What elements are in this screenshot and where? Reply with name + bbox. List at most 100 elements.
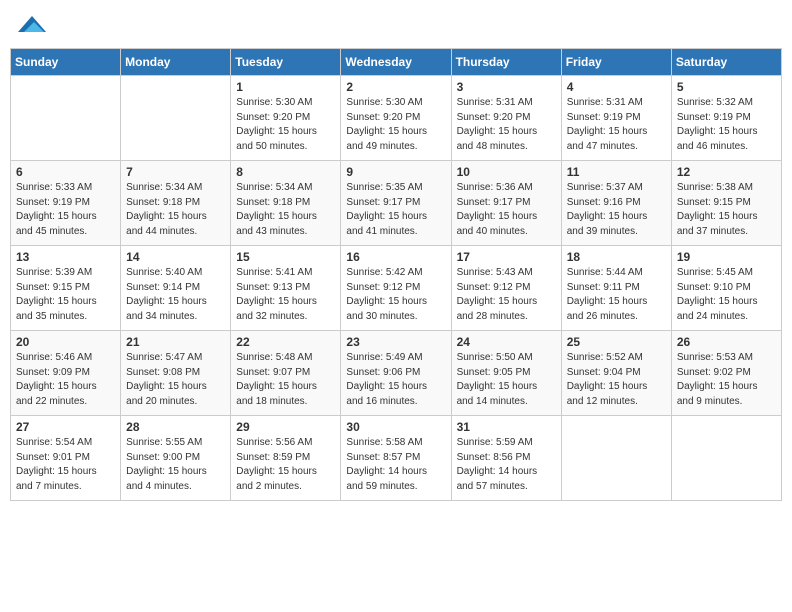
day-number: 27 [16,420,115,434]
weekday-header-sunday: Sunday [11,49,121,76]
calendar-cell: 10 Sunrise: 5:36 AMSunset: 9:17 PMDayligh… [451,161,561,246]
calendar-cell: 11Sunrise: 5:37 AMSunset: 9:16 PMDayligh… [561,161,671,246]
day-info: Sunrise: 5:49 AMSunset: 9:06 PMDaylight:… [346,351,445,409]
calendar-cell: 6 Sunrise: 5:33 AMSunset: 9:19 PMDaylight… [11,161,121,246]
day-info: Sunrise: 5:34 AMSunset: 9:18 PMDaylight:… [236,181,335,239]
weekday-header-friday: Friday [561,49,671,76]
day-number: 20 [16,335,115,349]
day-info: Sunrise: 5:43 AMSunset: 9:12 PMDaylight:… [457,266,556,324]
day-number: 17 [457,250,556,264]
calendar-week-4: 20Sunrise: 5:46 AMSunset: 9:09 PMDayligh… [11,331,782,416]
day-number: 4 [567,80,666,94]
calendar-cell: 25 Sunrise: 5:52 AMSunset: 9:04 PMDayligh… [561,331,671,416]
weekday-header-wednesday: Wednesday [341,49,451,76]
weekday-header-tuesday: Tuesday [231,49,341,76]
weekday-header-thursday: Thursday [451,49,561,76]
day-info: Sunrise: 5:34 AMSunset: 9:18 PMDaylight:… [126,181,225,239]
weekday-header-saturday: Saturday [671,49,781,76]
day-info: Sunrise: 5:40 AMSunset: 9:14 PMDaylight:… [126,266,225,324]
calendar-week-3: 13 Sunrise: 5:39 AMSunset: 9:15 PMDayligh… [11,246,782,331]
day-info: Sunrise: 5:30 AMSunset: 9:20 PMDaylight:… [236,96,335,154]
day-number: 2 [346,80,445,94]
day-number: 18 [567,250,666,264]
day-number: 16 [346,250,445,264]
day-number: 25 [567,335,666,349]
logo-icon [18,14,46,36]
day-info: Sunrise: 5:37 AMSunset: 9:16 PMDaylight:… [567,181,666,239]
day-info: Sunrise: 5:53 AMSunset: 9:02 PMDaylight:… [677,351,776,409]
day-number: 1 [236,80,335,94]
day-info: Sunrise: 5:50 AMSunset: 9:05 PMDaylight:… [457,351,556,409]
day-number: 22 [236,335,335,349]
day-number: 21 [126,335,225,349]
day-info: Sunrise: 5:44 AMSunset: 9:11 PMDaylight:… [567,266,666,324]
calendar-cell: 12 Sunrise: 5:38 AMSunset: 9:15 PMDayligh… [671,161,781,246]
calendar-cell: 17 Sunrise: 5:43 AMSunset: 9:12 PMDayligh… [451,246,561,331]
header [10,10,782,40]
calendar-cell [561,416,671,501]
day-number: 29 [236,420,335,434]
day-info: Sunrise: 5:32 AMSunset: 9:19 PMDaylight:… [677,96,776,154]
calendar-cell: 28Sunrise: 5:55 AMSunset: 9:00 PMDayligh… [121,416,231,501]
calendar-cell: 14 Sunrise: 5:40 AMSunset: 9:14 PMDayligh… [121,246,231,331]
day-number: 7 [126,165,225,179]
calendar-cell: 7 Sunrise: 5:34 AMSunset: 9:18 PMDaylight… [121,161,231,246]
day-number: 5 [677,80,776,94]
calendar-week-5: 27 Sunrise: 5:54 AMSunset: 9:01 PMDayligh… [11,416,782,501]
day-number: 3 [457,80,556,94]
day-number: 31 [457,420,556,434]
day-info: Sunrise: 5:45 AMSunset: 9:10 PMDaylight:… [677,266,776,324]
calendar-cell [121,76,231,161]
calendar-cell: 2Sunrise: 5:30 AMSunset: 9:20 PMDaylight… [341,76,451,161]
calendar-week-1: 1 Sunrise: 5:30 AMSunset: 9:20 PMDaylight… [11,76,782,161]
day-number: 23 [346,335,445,349]
calendar-cell: 16Sunrise: 5:42 AMSunset: 9:12 PMDayligh… [341,246,451,331]
calendar-cell: 31 Sunrise: 5:59 AMSunset: 8:56 PMDayligh… [451,416,561,501]
calendar-cell: 23 Sunrise: 5:49 AMSunset: 9:06 PMDayligh… [341,331,451,416]
day-number: 30 [346,420,445,434]
calendar-cell: 29 Sunrise: 5:56 AMSunset: 8:59 PMDayligh… [231,416,341,501]
day-info: Sunrise: 5:33 AMSunset: 9:19 PMDaylight:… [16,181,115,239]
day-number: 15 [236,250,335,264]
calendar-cell: 1 Sunrise: 5:30 AMSunset: 9:20 PMDaylight… [231,76,341,161]
day-info: Sunrise: 5:58 AMSunset: 8:57 PMDaylight:… [346,436,445,494]
day-number: 13 [16,250,115,264]
calendar-cell: 4 Sunrise: 5:31 AMSunset: 9:19 PMDaylight… [561,76,671,161]
day-info: Sunrise: 5:35 AMSunset: 9:17 PMDaylight:… [346,181,445,239]
calendar-cell [11,76,121,161]
day-number: 28 [126,420,225,434]
calendar-cell: 26 Sunrise: 5:53 AMSunset: 9:02 PMDayligh… [671,331,781,416]
day-info: Sunrise: 5:41 AMSunset: 9:13 PMDaylight:… [236,266,335,324]
day-info: Sunrise: 5:31 AMSunset: 9:19 PMDaylight:… [567,96,666,154]
day-number: 24 [457,335,556,349]
day-info: Sunrise: 5:39 AMSunset: 9:15 PMDaylight:… [16,266,115,324]
day-info: Sunrise: 5:38 AMSunset: 9:15 PMDaylight:… [677,181,776,239]
calendar-cell: 27 Sunrise: 5:54 AMSunset: 9:01 PMDayligh… [11,416,121,501]
day-info: Sunrise: 5:54 AMSunset: 9:01 PMDaylight:… [16,436,115,494]
day-number: 14 [126,250,225,264]
calendar-cell [671,416,781,501]
calendar-cell: 30 Sunrise: 5:58 AMSunset: 8:57 PMDayligh… [341,416,451,501]
calendar-cell: 21 Sunrise: 5:47 AMSunset: 9:08 PMDayligh… [121,331,231,416]
calendar-cell: 13 Sunrise: 5:39 AMSunset: 9:15 PMDayligh… [11,246,121,331]
day-info: Sunrise: 5:36 AMSunset: 9:17 PMDaylight:… [457,181,556,239]
day-info: Sunrise: 5:59 AMSunset: 8:56 PMDaylight:… [457,436,556,494]
day-number: 12 [677,165,776,179]
day-info: Sunrise: 5:56 AMSunset: 8:59 PMDaylight:… [236,436,335,494]
calendar-cell: 9Sunrise: 5:35 AMSunset: 9:17 PMDaylight… [341,161,451,246]
calendar-cell: 20Sunrise: 5:46 AMSunset: 9:09 PMDayligh… [11,331,121,416]
day-number: 26 [677,335,776,349]
weekday-header-row: SundayMondayTuesdayWednesdayThursdayFrid… [11,49,782,76]
day-info: Sunrise: 5:47 AMSunset: 9:08 PMDaylight:… [126,351,225,409]
calendar-cell: 22Sunrise: 5:48 AMSunset: 9:07 PMDayligh… [231,331,341,416]
day-number: 6 [16,165,115,179]
logo [18,14,48,36]
calendar-week-2: 6 Sunrise: 5:33 AMSunset: 9:19 PMDaylight… [11,161,782,246]
day-info: Sunrise: 5:31 AMSunset: 9:20 PMDaylight:… [457,96,556,154]
calendar-cell: 15 Sunrise: 5:41 AMSunset: 9:13 PMDayligh… [231,246,341,331]
day-info: Sunrise: 5:52 AMSunset: 9:04 PMDaylight:… [567,351,666,409]
day-number: 10 [457,165,556,179]
calendar-cell: 19Sunrise: 5:45 AMSunset: 9:10 PMDayligh… [671,246,781,331]
calendar-cell: 8Sunrise: 5:34 AMSunset: 9:18 PMDaylight… [231,161,341,246]
calendar-cell: 5 Sunrise: 5:32 AMSunset: 9:19 PMDaylight… [671,76,781,161]
